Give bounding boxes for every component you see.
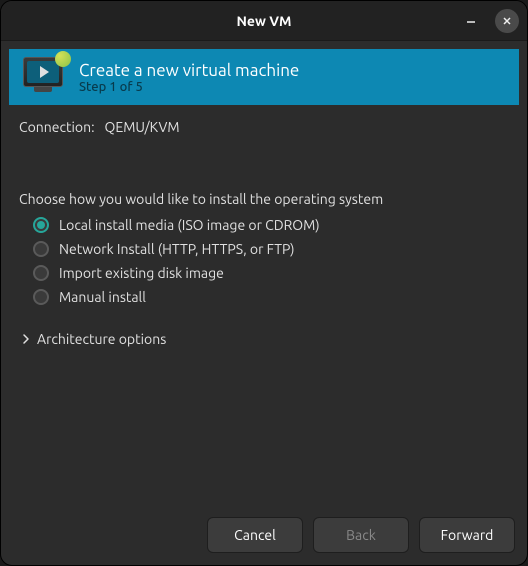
radio-label: Network Install (HTTP, HTTPS, or FTP) — [59, 241, 295, 257]
radio-label: Import existing disk image — [59, 265, 224, 281]
close-icon — [500, 14, 514, 28]
expander-label: Architecture options — [37, 331, 166, 347]
radio-import-disk[interactable]: Import existing disk image — [33, 265, 509, 281]
radio-icon — [33, 241, 49, 257]
wizard-footer: Cancel Back Forward — [1, 505, 527, 565]
radio-local-media[interactable]: Local install media (ISO image or CDROM) — [33, 217, 509, 233]
chevron-right-icon — [19, 332, 33, 346]
titlebar-controls — [459, 9, 519, 33]
minimize-button[interactable] — [459, 9, 483, 33]
back-button: Back — [313, 517, 409, 553]
radio-icon — [33, 217, 49, 233]
cancel-button[interactable]: Cancel — [207, 517, 303, 553]
titlebar: New VM — [1, 1, 527, 41]
radio-network-install[interactable]: Network Install (HTTP, HTTPS, or FTP) — [33, 241, 509, 257]
wizard-header-text: Create a new virtual machine Step 1 of 5 — [79, 61, 299, 94]
radio-icon — [33, 265, 49, 281]
install-method-group: Local install media (ISO image or CDROM)… — [19, 217, 509, 305]
minimize-icon — [464, 14, 478, 28]
close-button[interactable] — [495, 9, 519, 33]
wizard-title: Create a new virtual machine — [79, 61, 299, 80]
radio-label: Manual install — [59, 289, 146, 305]
wizard-content: Connection: QEMU/KVM Choose how you woul… — [1, 105, 527, 505]
forward-button[interactable]: Forward — [419, 517, 515, 553]
wizard-step: Step 1 of 5 — [79, 80, 299, 94]
window-title: New VM — [236, 13, 291, 29]
radio-manual-install[interactable]: Manual install — [33, 289, 509, 305]
radio-icon — [33, 289, 49, 305]
install-prompt: Choose how you would like to install the… — [19, 191, 509, 207]
connection-value: QEMU/KVM — [105, 119, 180, 135]
vm-icon — [23, 57, 67, 97]
radio-label: Local install media (ISO image or CDROM) — [59, 217, 320, 233]
architecture-expander[interactable]: Architecture options — [19, 331, 509, 347]
connection-row: Connection: QEMU/KVM — [19, 119, 509, 135]
wizard-header: Create a new virtual machine Step 1 of 5 — [9, 49, 519, 105]
connection-label: Connection: — [19, 119, 95, 135]
new-vm-dialog: New VM Create a new virtual machine Step… — [0, 0, 528, 566]
